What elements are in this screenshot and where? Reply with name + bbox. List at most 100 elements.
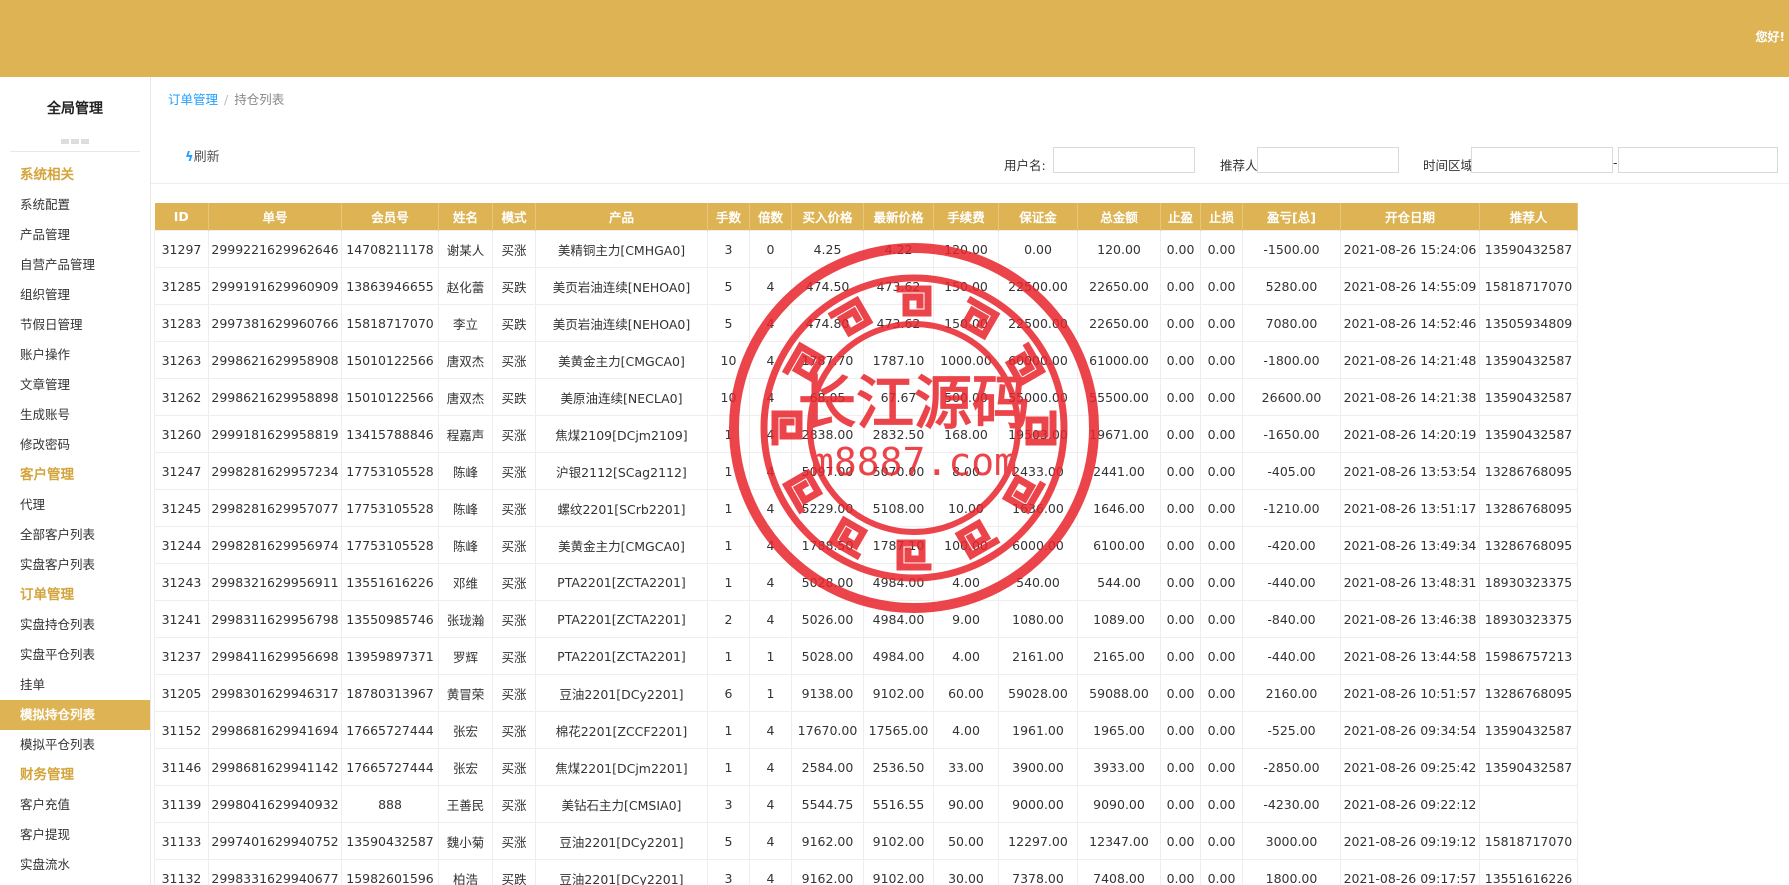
table-cell: 10 — [707, 378, 750, 416]
sidebar-item[interactable]: 实盘流水 — [0, 850, 150, 880]
sidebar-group-header[interactable]: 客户管理 — [0, 460, 150, 490]
table-cell: 150.00 — [933, 304, 999, 342]
sidebar-item[interactable]: 产品管理 — [0, 220, 150, 250]
table-cell: 买涨 — [492, 489, 536, 527]
breadcrumb-current: 持仓列表 — [234, 92, 285, 107]
breadcrumb-link-orders[interactable]: 订单管理 — [168, 92, 218, 107]
referrer-input[interactable] — [1257, 147, 1399, 173]
sidebar-item[interactable]: 模拟持仓列表 — [0, 700, 150, 730]
sidebar-item[interactable]: 实盘客户列表 — [0, 550, 150, 580]
table-row[interactable]: 31263 2998621629958908 15010122566 唐双杰 买涨 美黄金… — [154, 341, 1578, 379]
table-cell: 买涨 — [492, 711, 536, 749]
table-cell: 0.00 — [1200, 674, 1243, 712]
table-row[interactable]: 31241 2998311629956798 13550985746 张珑瀚 买涨 PTA… — [154, 600, 1578, 638]
table-cell: 473.62 — [863, 304, 934, 342]
table-cell: 13590432587 — [1479, 341, 1578, 379]
table-cell: -4230.00 — [1242, 785, 1341, 823]
start-time-input[interactable] — [1471, 147, 1613, 173]
table-cell: 3 — [707, 859, 750, 885]
table-row[interactable]: 31205 2998301629946317 18780313967 黄冒荣 买涨 豆油2… — [154, 674, 1578, 712]
sidebar-item[interactable]: 客户提现 — [0, 820, 150, 850]
table-row[interactable]: 31247 2998281629957234 17753105528 陈峰 买涨 沪银21… — [154, 452, 1578, 490]
sidebar-item[interactable]: 节假日管理 — [0, 310, 150, 340]
table-cell: 0.00 — [1200, 748, 1243, 786]
refresh-button[interactable]: ϟ刷新 — [185, 146, 220, 165]
column-header: 手续费 — [933, 203, 999, 231]
table-row[interactable]: 31237 2998411629956698 13959897371 罗辉 买涨 PTA2… — [154, 637, 1578, 675]
table-cell: 4 — [749, 452, 792, 490]
sidebar-item[interactable]: 文章管理 — [0, 370, 150, 400]
table-cell: 0.00 — [1200, 526, 1243, 564]
table-cell: 4984.00 — [863, 563, 934, 601]
table-cell: 2999181629958819 — [208, 415, 342, 453]
table-cell: 2021-08-26 09:22:12 — [1340, 785, 1480, 823]
table-cell: 31133 — [154, 822, 209, 860]
table-cell: 30.00 — [933, 859, 999, 885]
table-cell: 张宏 — [438, 748, 493, 786]
table-row[interactable]: 31146 2998681629941142 17665727444 张宏 买涨 焦煤22… — [154, 748, 1578, 786]
table-row[interactable]: 31262 2998621629958898 15010122566 唐双杰 买跌 美原油… — [154, 378, 1578, 416]
sidebar-item[interactable]: 代理 — [0, 490, 150, 520]
table-cell: 120.00 — [1077, 230, 1161, 268]
table-row[interactable]: 31260 2999181629958819 13415788846 程嘉声 买涨 焦煤2… — [154, 415, 1578, 453]
table-row[interactable]: 31243 2998321629956911 13551616226 邓维 买涨 PTA2… — [154, 563, 1578, 601]
table-row[interactable]: 31245 2998281629957077 17753105528 陈峰 买涨 螺纹22… — [154, 489, 1578, 527]
table-cell: 2998331629940677 — [208, 859, 342, 885]
refresh-label: 刷新 — [193, 150, 220, 165]
table-cell: 买跌 — [492, 859, 536, 885]
sidebar-item[interactable]: 生成账号 — [0, 400, 150, 430]
table-row[interactable]: 31132 2998331629940677 15982601596 柏浩 买跌 豆油22… — [154, 859, 1578, 885]
table-cell: 0.00 — [1160, 600, 1201, 638]
table-cell: 0.00 — [1160, 711, 1201, 749]
sidebar-item[interactable]: 挂单 — [0, 670, 150, 700]
sidebar-item[interactable]: 系统配置 — [0, 190, 150, 220]
table-cell: 14708211178 — [341, 230, 439, 268]
sidebar-item[interactable]: 账户操作 — [0, 340, 150, 370]
table-cell: -1650.00 — [1242, 415, 1341, 453]
sidebar-group-header[interactable]: 系统相关 — [0, 160, 150, 190]
sidebar-item[interactable]: 实盘持仓列表 — [0, 610, 150, 640]
table-cell: 13590432587 — [1479, 415, 1578, 453]
table-cell: 0.00 — [1160, 341, 1201, 379]
table-cell: 3 — [707, 785, 750, 823]
table-row[interactable]: 31152 2998681629941694 17665727444 张宏 买涨 棉花22… — [154, 711, 1578, 749]
table-cell: 王善民 — [438, 785, 493, 823]
username-input[interactable] — [1053, 147, 1195, 173]
sidebar-item[interactable]: 组织管理 — [0, 280, 150, 310]
table-cell: 15982601596 — [341, 859, 439, 885]
table-cell: 0.00 — [1200, 859, 1243, 885]
table-cell: 4 — [749, 748, 792, 786]
table-cell: 买涨 — [492, 563, 536, 601]
breadcrumb-separator: / — [224, 92, 229, 107]
column-header: 单号 — [208, 203, 342, 231]
end-time-input[interactable] — [1618, 147, 1778, 173]
table-cell: 罗辉 — [438, 637, 493, 675]
sidebar-item[interactable]: 实盘平仓列表 — [0, 640, 150, 670]
sidebar-group-header[interactable]: 财务管理 — [0, 760, 150, 790]
sidebar-item[interactable]: 自营产品管理 — [0, 250, 150, 280]
table-row[interactable]: 31283 2997381629960766 15818717070 李立 买跌 美页岩油… — [154, 304, 1578, 342]
table-cell: 10 — [707, 341, 750, 379]
table-cell: 18930323375 — [1479, 563, 1578, 601]
table-row[interactable]: 31285 2999191629960909 13863946655 赵化蕾 买跌 美页岩… — [154, 267, 1578, 305]
sidebar: 全局管理 系统相关 系统配置 产品管理 自营产品管理 组织管理 节假日管理 账户操作 文章管理… — [0, 77, 151, 885]
table-cell: 买涨 — [492, 637, 536, 675]
table-row[interactable]: 31139 2998041629940932 888 王善民 买涨 美钻石主力[CMSIA… — [154, 785, 1578, 823]
table-cell: 15986757213 — [1479, 637, 1578, 675]
sidebar-item[interactable]: 模拟平仓列表 — [0, 730, 150, 760]
table-cell: 赵化蕾 — [438, 267, 493, 305]
sidebar-item[interactable]: 修改密码 — [0, 430, 150, 460]
table-row[interactable]: 31297 2999221629962646 14708211178 谢某人 买涨 美精铜… — [154, 230, 1578, 268]
sidebar-group-header[interactable]: 订单管理 — [0, 580, 150, 610]
column-header: 止盈 — [1160, 203, 1201, 231]
table-cell: 2161.00 — [998, 637, 1078, 675]
sidebar-item[interactable]: 客户充值 — [0, 790, 150, 820]
table-cell: 31152 — [154, 711, 209, 749]
table-row[interactable]: 31244 2998281629956974 17753105528 陈峰 买涨 美黄金主… — [154, 526, 1578, 564]
table-row[interactable]: 31133 2997401629940752 13590432587 魏小菊 买涨 豆油2… — [154, 822, 1578, 860]
table-cell: 5 — [707, 304, 750, 342]
table-cell: 2998321629956911 — [208, 563, 342, 601]
table-cell: 2536.50 — [863, 748, 934, 786]
sidebar-item[interactable]: 全部客户列表 — [0, 520, 150, 550]
table-cell: 2998411629956698 — [208, 637, 342, 675]
